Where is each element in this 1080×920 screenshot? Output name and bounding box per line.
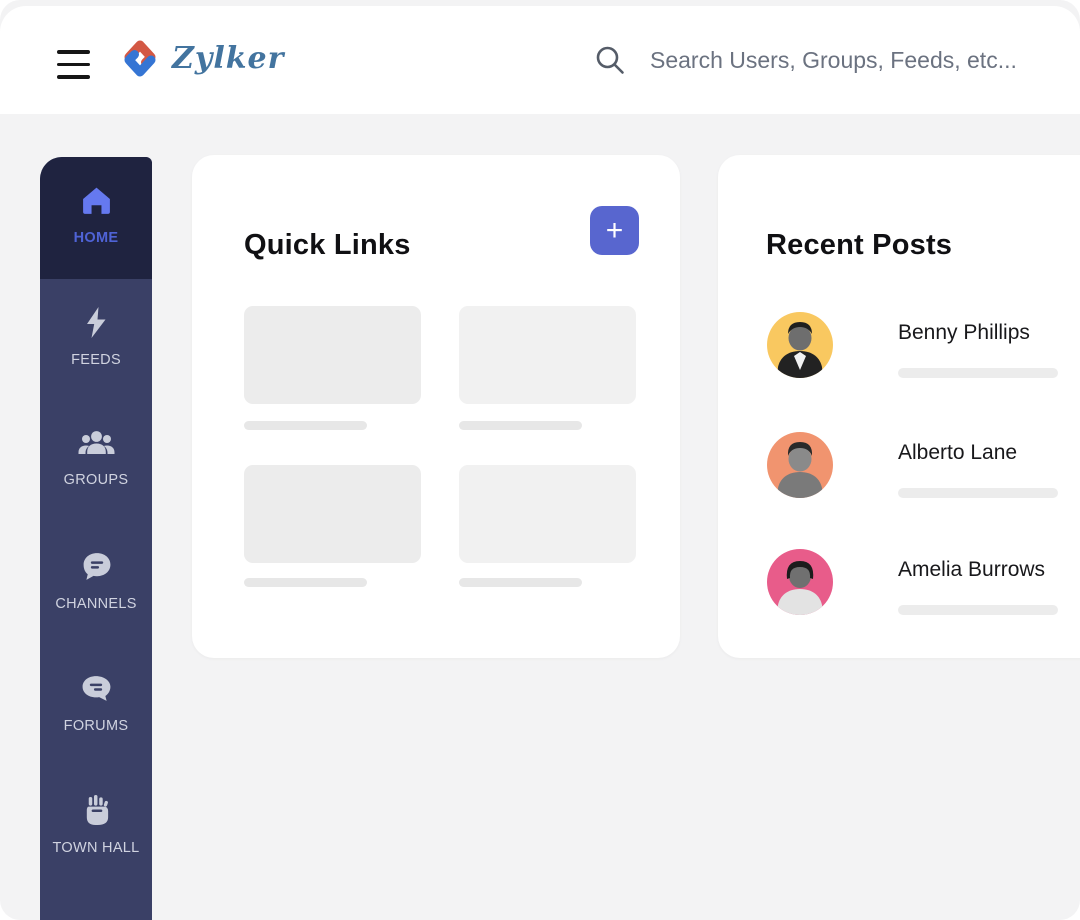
placeholder-bar [898,488,1058,498]
sidebar-item-channels[interactable]: CHANNELS [40,523,152,645]
quick-link-placeholder-tile[interactable] [244,465,421,563]
bolt-icon [87,307,106,338]
sidebar-item-forums[interactable]: FORUMS [40,645,152,767]
sidebar-item-label: TOWN HALL [52,840,140,856]
recent-posts-title: Recent Posts [766,229,953,262]
partial-icon [82,916,110,920]
placeholder-bar [459,421,582,430]
recent-posts-card: Recent Posts Benny Phillips Alberto Lane… [718,155,1080,658]
logo-wordmark: Zylker [172,40,285,76]
app-window: Zylker HOME FEEDS [0,0,1080,920]
person-photo [777,322,823,378]
avatar [767,549,833,615]
search-icon[interactable] [594,44,626,76]
recent-post-item[interactable]: Amelia Burrows [767,549,1080,615]
sidebar-item-home[interactable]: HOME [40,157,152,279]
zylker-logo[interactable]: Zylker [116,34,284,82]
placeholder-bar [898,368,1058,378]
sidebar-item-label: FORUMS [63,718,129,734]
placeholder-bar [244,421,367,430]
chat-bubble-icon [83,553,110,580]
quick-links-card: Quick Links + [192,155,680,658]
sidebar-item-label: GROUPS [63,472,129,488]
avatar [767,312,833,378]
zylker-logo-icon [124,40,156,77]
post-author-name: Benny Phillips [898,321,1030,344]
home-icon [82,187,110,214]
quick-link-placeholder-tile[interactable] [244,306,421,404]
person-photo [777,561,823,615]
people-icon [78,431,114,454]
person-photo [777,442,823,498]
placeholder-bar [898,605,1058,615]
raised-hand-icon [86,795,108,826]
quick-links-title: Quick Links [244,229,411,262]
top-header: Zylker [0,6,1080,114]
post-author-name: Amelia Burrows [898,558,1046,581]
quick-link-placeholder-tile[interactable] [459,306,636,404]
sidebar-item-label: FEEDS [71,352,121,368]
add-quick-link-button[interactable]: + [590,206,639,255]
recent-post-item[interactable]: Benny Phillips [767,312,1080,378]
search-input[interactable] [648,45,1038,75]
hamburger-menu-icon[interactable] [57,50,90,79]
sidebar-item-feeds[interactable]: FEEDS [40,279,152,401]
forum-bubble-icon [82,676,110,701]
recent-post-item[interactable]: Alberto Lane [767,432,1080,498]
sidebar-nav: HOME FEEDS GROUPS CHANNELS FORUMS TOWN H… [40,157,152,920]
global-search [594,44,1038,76]
avatar [767,432,833,498]
sidebar-item-town-hall[interactable]: TOWN HALL [40,767,152,889]
post-author-name: Alberto Lane [898,441,1018,464]
placeholder-bar [459,578,582,587]
sidebar-item-partial[interactable] [40,889,152,920]
sidebar-item-groups[interactable]: GROUPS [40,401,152,523]
quick-link-placeholder-tile[interactable] [459,465,636,563]
sidebar-item-label: CHANNELS [55,596,137,612]
placeholder-bar [244,578,367,587]
sidebar-item-label: HOME [73,230,119,246]
